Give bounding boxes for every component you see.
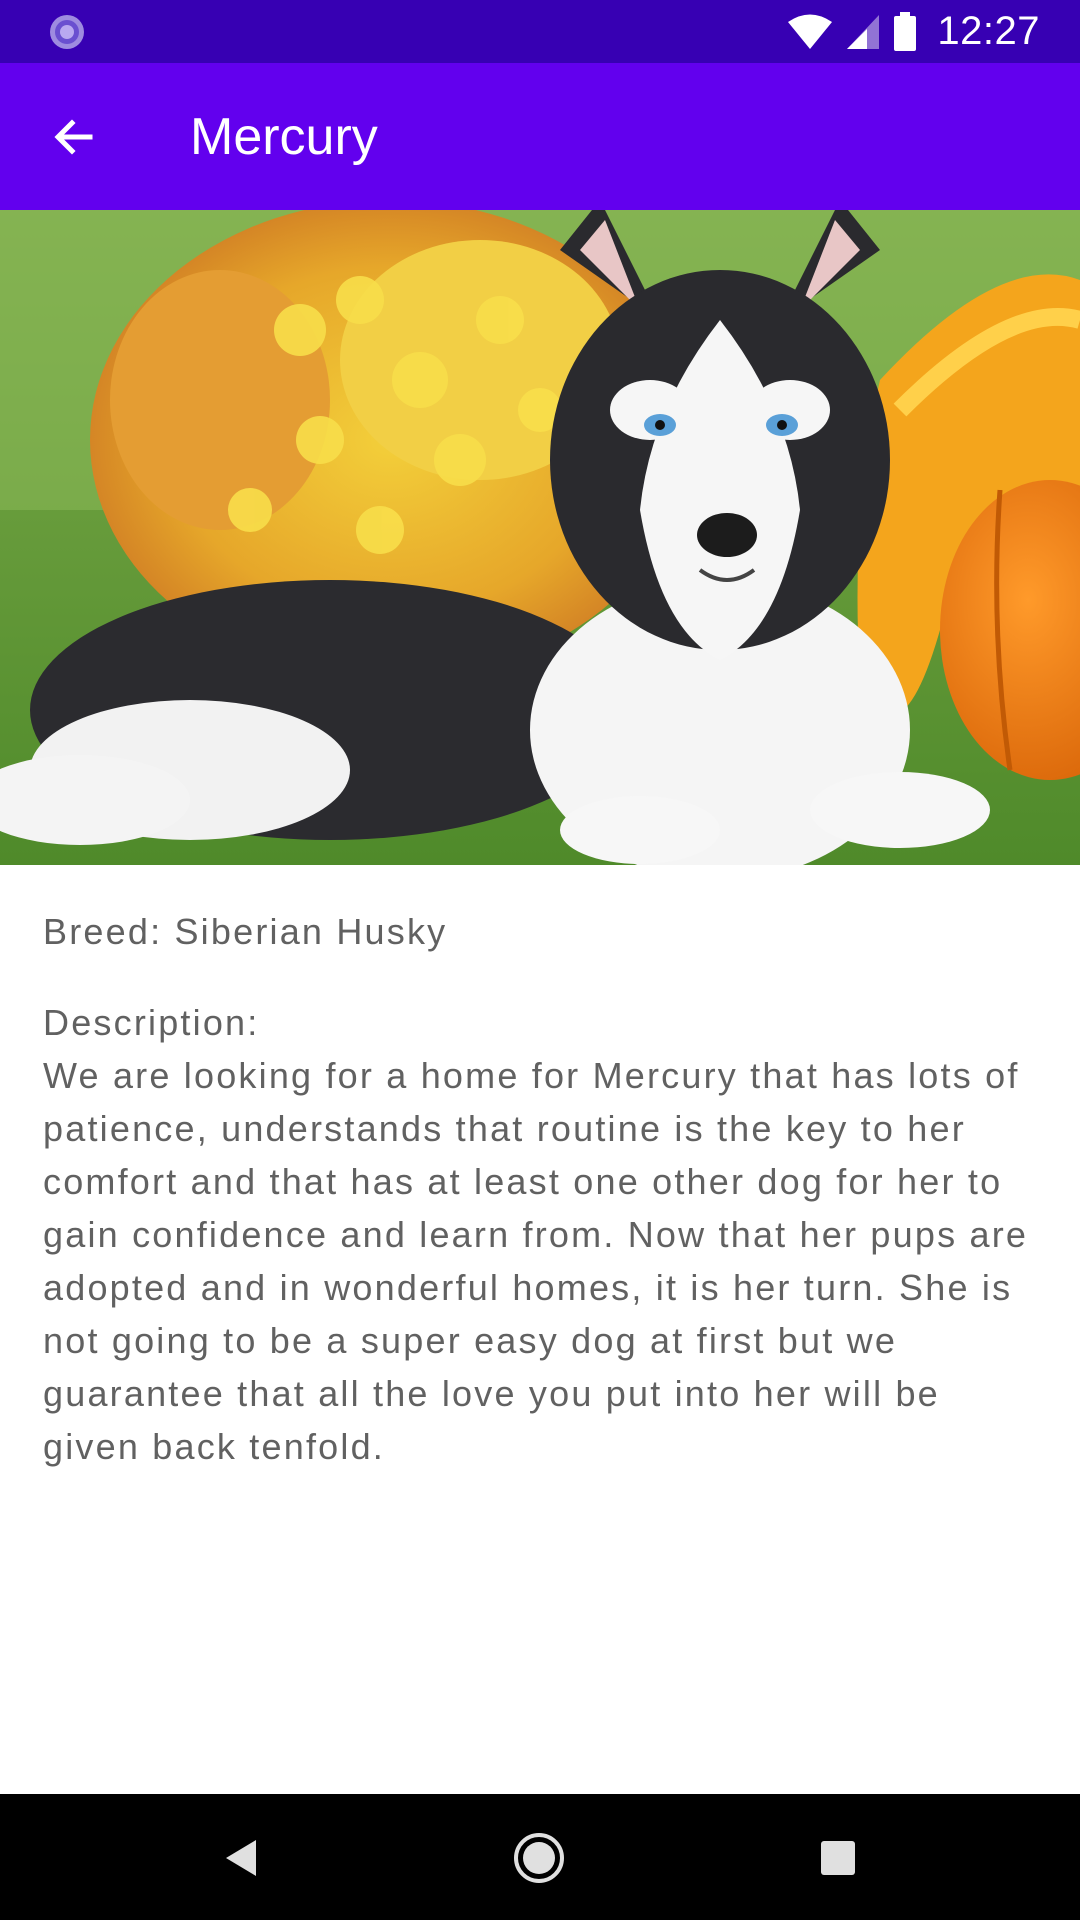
description-label: Description: — [43, 1002, 260, 1043]
back-triangle-icon[interactable] — [210, 1826, 274, 1890]
battery-icon — [894, 11, 917, 51]
pet-photo — [0, 210, 1080, 865]
system-nav-bar — [0, 1794, 1080, 1920]
page-title: Mercury — [190, 108, 378, 166]
breed-text: Breed: Siberian Husky — [43, 911, 448, 952]
home-circle-icon[interactable] — [507, 1826, 571, 1890]
description-text: We are looking for a home for Mercury th… — [43, 1055, 1029, 1467]
back-button[interactable] — [30, 99, 118, 175]
app-bar: Mercury — [0, 63, 1080, 210]
arrow-back-icon — [54, 119, 93, 155]
sync-icon — [50, 15, 84, 49]
signal-icon — [847, 14, 880, 49]
husky-puppy-photo — [0, 210, 1080, 865]
status-time: 12:27 — [937, 9, 1040, 53]
wifi-icon — [788, 14, 833, 49]
status-icons: 12:27 — [787, 0, 1040, 63]
status-bar: 12:27 — [0, 0, 1080, 63]
recents-square-icon[interactable] — [806, 1826, 870, 1890]
pet-details: Breed: Siberian Husky Description: We ar… — [43, 905, 1043, 1473]
description-block: Description: We are looking for a home f… — [43, 996, 1043, 1473]
